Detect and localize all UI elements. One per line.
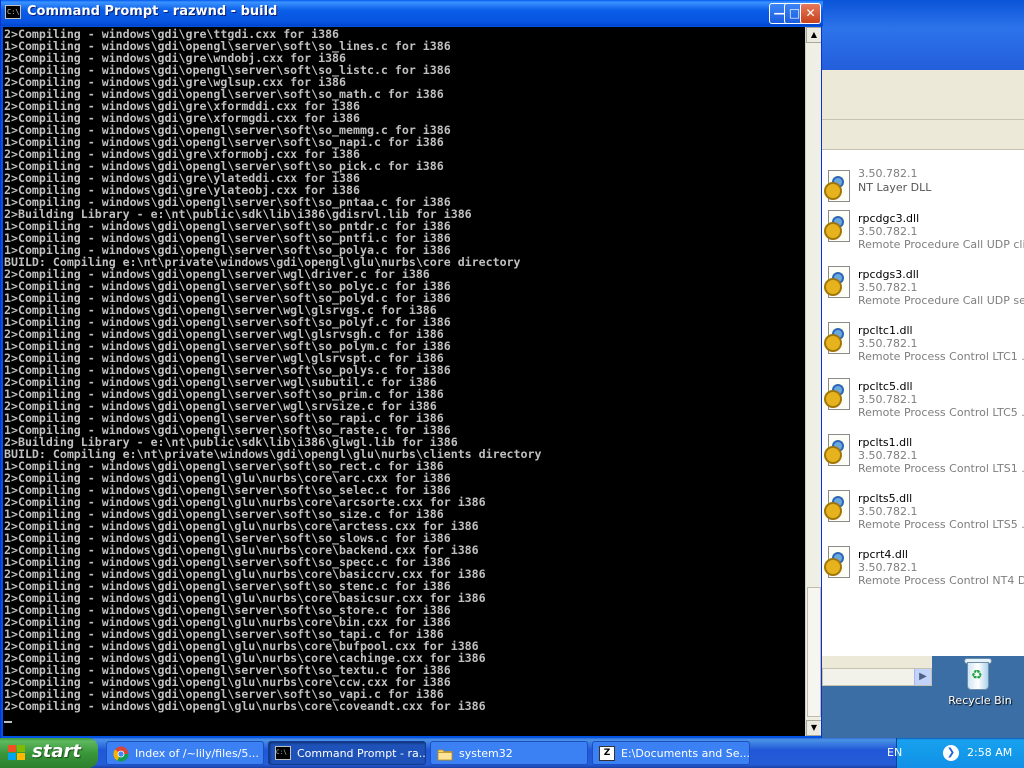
scroll-down-arrow-icon[interactable]: ▼: [806, 720, 821, 736]
file-description: NT Layer DLL: [858, 181, 932, 194]
file-description: Remote Process Control NT4 DLL: [858, 574, 1024, 587]
file-version: 3.50.782.1: [858, 281, 918, 294]
dll-icon: [824, 322, 850, 356]
file-description: Remote Process Control LTS1 ...: [858, 462, 1024, 475]
titlebar[interactable]: C:\ Command Prompt - razwnd - build — □ …: [1, 0, 823, 26]
clock[interactable]: 2:58 AM: [967, 746, 1012, 759]
scroll-right-arrow-icon[interactable]: ▶: [914, 669, 931, 685]
explorer-toolbar: [822, 120, 1024, 150]
file-version: 3.50.782.1: [858, 505, 918, 518]
console-area[interactable]: 2>Compiling - windows\gdi\gre\ttgdi.cxx …: [3, 27, 821, 736]
taskbar-button-editor[interactable]: Z E:\Documents and Se...: [592, 741, 750, 765]
system-tray: EN ❯ 2:58 AM: [887, 738, 1024, 768]
close-button[interactable]: ✕: [800, 3, 821, 24]
file-name: rpcltc5.dll: [858, 380, 913, 393]
explorer-horizontal-scrollbar[interactable]: ▶: [822, 668, 932, 686]
file-version: 3.50.782.1: [858, 393, 918, 406]
close-icon: ✕: [805, 6, 816, 20]
window-title: Command Prompt - razwnd - build: [27, 4, 278, 19]
file-description: Remote Process Control LTC1 ...: [858, 350, 1024, 363]
taskbar-button-label: Index of /~lily/files/5...: [135, 747, 259, 760]
recycle-bin-label: Recycle Bin: [948, 694, 1012, 707]
file-name: rpclts1.dll: [858, 436, 913, 449]
file-version: 3.50.782.1: [858, 561, 918, 574]
file-item[interactable]: rpclts5.dll 3.50.782.1 Remote Process Co…: [822, 488, 1024, 544]
start-button[interactable]: start: [0, 738, 98, 768]
file-description: Remote Procedure Call UDP cli...: [858, 238, 1024, 251]
file-description: Remote Procedure Call UDP se...: [858, 294, 1024, 307]
windows-logo-icon: [8, 745, 26, 761]
dll-icon: [824, 266, 850, 300]
scroll-up-arrow-icon[interactable]: ▲: [806, 27, 821, 43]
dll-icon: [824, 378, 850, 412]
chrome-icon: [113, 746, 129, 762]
taskbar-button-label: E:\Documents and Se...: [621, 747, 750, 760]
scrollbar-thumb[interactable]: [807, 587, 821, 717]
explorer-status-strip: [822, 656, 932, 668]
file-version: 3.50.782.1: [858, 449, 918, 462]
console-line: 2>Compiling - windows\gdi\opengl\glu\nur…: [4, 699, 486, 713]
taskbar-button-command-prompt[interactable]: C:\ Command Prompt - ra...: [268, 741, 426, 765]
start-label: start: [32, 741, 81, 762]
explorer-titlebar[interactable]: [822, 0, 1024, 70]
text-cursor: [4, 721, 12, 723]
file-item[interactable]: rpcltc5.dll 3.50.782.1 Remote Process Co…: [822, 376, 1024, 432]
file-item[interactable]: rpcdgc3.dll 3.50.782.1 Remote Procedure …: [822, 208, 1024, 264]
file-item[interactable]: rpcrt4.dll 3.50.782.1 Remote Process Con…: [822, 544, 1024, 600]
taskbar-button-label: system32: [459, 747, 513, 760]
dll-icon: [824, 170, 850, 204]
file-name: rpcdgc3.dll: [858, 212, 920, 225]
file-name: rpcdgs3.dll: [858, 268, 919, 281]
explorer-file-list: 3.50.782.1 NT Layer DLL rpcdgc3.dll 3.50…: [822, 150, 1024, 656]
cmd-icon: C:\: [275, 746, 291, 760]
taskbar-button-chrome[interactable]: Index of /~lily/files/5...: [106, 741, 264, 765]
file-description: Remote Process Control LTC5 ...: [858, 406, 1024, 419]
console-vertical-scrollbar[interactable]: ▲ ▼: [805, 27, 821, 736]
taskbar: start Index of /~lily/files/5... C:\ Com…: [0, 738, 1024, 768]
editor-icon: Z: [599, 746, 615, 761]
language-indicator[interactable]: EN: [887, 746, 902, 759]
dll-icon: [824, 210, 850, 244]
file-description: Remote Process Control LTS5 ...: [858, 518, 1024, 531]
dll-icon: [824, 434, 850, 468]
folder-icon: [437, 749, 453, 761]
file-item[interactable]: rpclts1.dll 3.50.782.1 Remote Process Co…: [822, 432, 1024, 488]
taskbar-button-system32[interactable]: system32: [430, 741, 588, 765]
file-name: rpcrt4.dll: [858, 548, 908, 561]
explorer-window[interactable]: 3.50.782.1 NT Layer DLL rpcdgc3.dll 3.50…: [822, 0, 1024, 740]
bluetooth-icon[interactable]: ❯: [943, 745, 959, 761]
console-output[interactable]: 2>Compiling - windows\gdi\gre\ttgdi.cxx …: [3, 27, 803, 736]
recycle-bin[interactable]: ♻ Recycle Bin: [940, 656, 1020, 716]
command-prompt-window[interactable]: C:\ Command Prompt - razwnd - build — □ …: [0, 0, 823, 740]
recycle-bin-icon: ♻: [964, 656, 992, 690]
dll-icon: [824, 490, 850, 524]
cmd-app-icon[interactable]: C:\: [5, 5, 21, 19]
explorer-menubar: [822, 70, 1024, 120]
file-item[interactable]: rpcdgs3.dll 3.50.782.1 Remote Procedure …: [822, 264, 1024, 320]
dll-icon: [824, 546, 850, 580]
file-version: 3.50.782.1: [858, 225, 918, 238]
file-version: 3.50.782.1: [858, 167, 918, 180]
file-item[interactable]: rpcltc1.dll 3.50.782.1 Remote Process Co…: [822, 320, 1024, 376]
file-name: rpcltc1.dll: [858, 324, 913, 337]
taskbar-button-label: Command Prompt - ra...: [297, 747, 426, 760]
file-name: rpclts5.dll: [858, 492, 913, 505]
file-version: 3.50.782.1: [858, 337, 918, 350]
